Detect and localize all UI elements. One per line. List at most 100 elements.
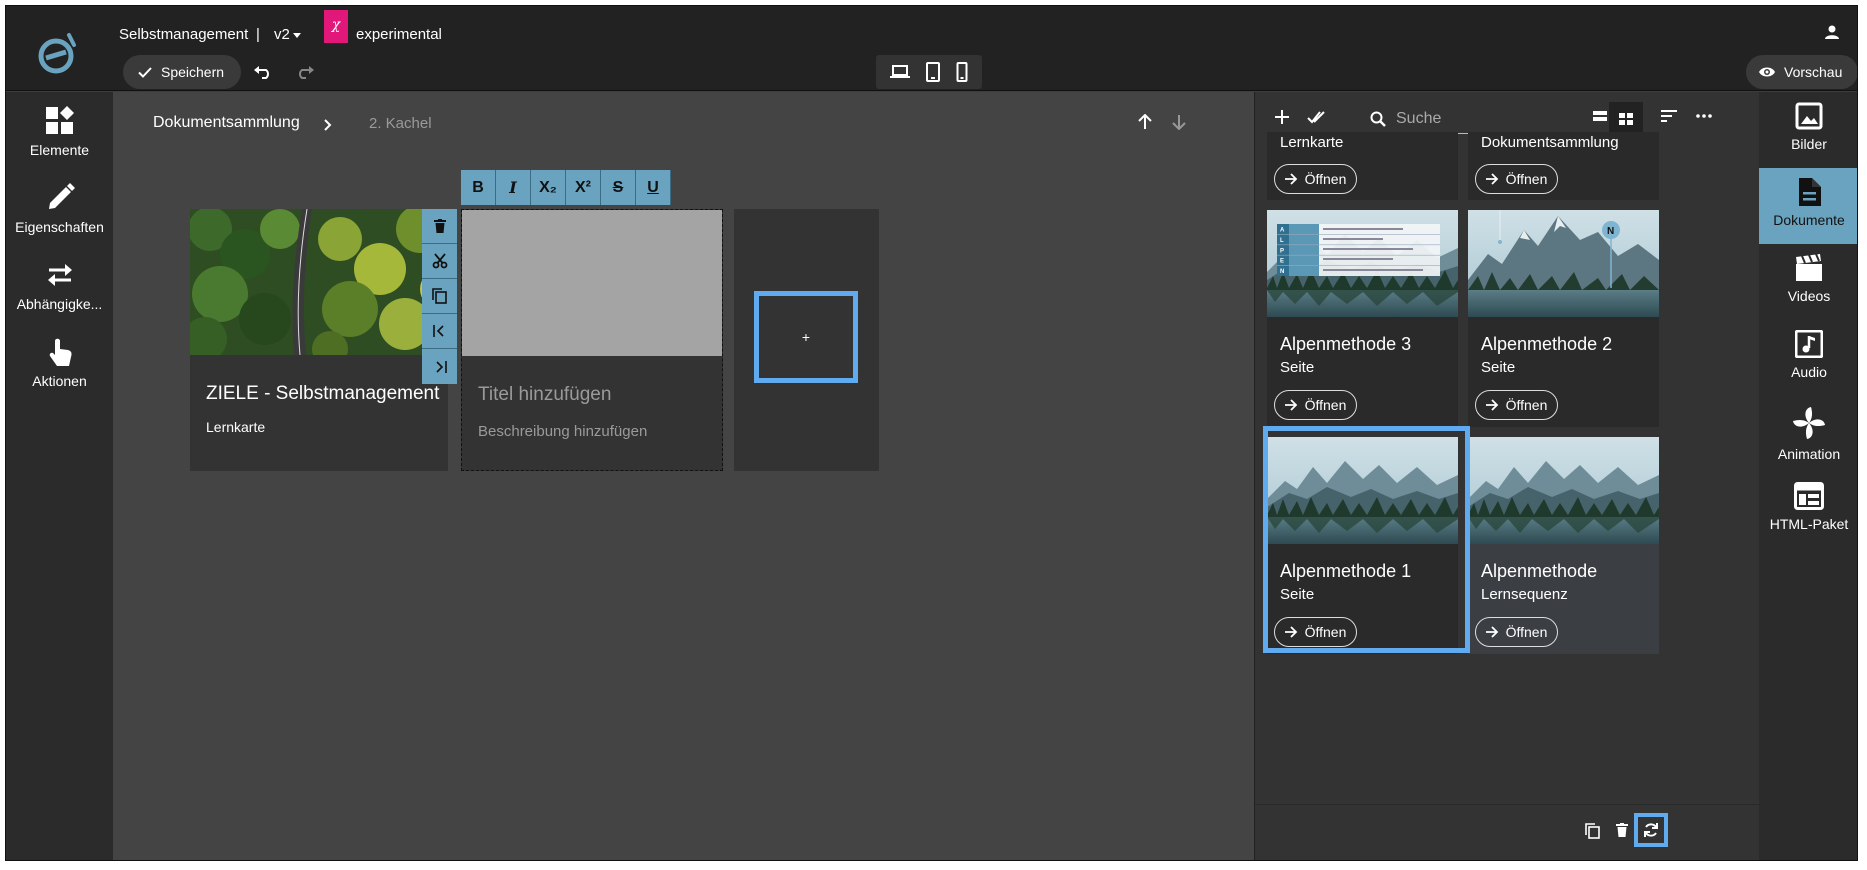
- replace-button[interactable]: [1634, 813, 1668, 847]
- copy-button[interactable]: [422, 279, 457, 314]
- tile-subtitle: Lernkarte: [206, 419, 266, 435]
- card-subtitle: Seite: [1280, 359, 1315, 376]
- undo-icon[interactable]: [253, 64, 273, 80]
- laptop-icon[interactable]: [889, 64, 910, 80]
- open-button[interactable]: Öffnen: [1475, 617, 1558, 647]
- table-letter: A: [1280, 228, 1285, 234]
- underline-button[interactable]: U: [636, 170, 671, 205]
- alpine-mountain-map-image: N: [1468, 210, 1659, 317]
- pencil-icon: [48, 183, 75, 209]
- trash-icon[interactable]: [1616, 823, 1628, 837]
- phone-icon[interactable]: [956, 62, 968, 82]
- media-type-rail: Bilder Dokumente Videos Audio Animation …: [1759, 92, 1857, 860]
- app-window: Selbstmanagement | v2 χ experimental Spe…: [5, 5, 1858, 861]
- preview-button[interactable]: Vorschau: [1746, 55, 1857, 89]
- description-input[interactable]: Beschreibung hinzufügen: [478, 423, 647, 440]
- rail-item-audio[interactable]: Audio: [1759, 320, 1857, 396]
- elements-icon: [45, 106, 74, 134]
- title-input[interactable]: Titel hinzufügen: [478, 384, 611, 406]
- rail-item-dokumente[interactable]: Dokumente: [1759, 168, 1857, 244]
- card-subtitle: Dokumentsammlung: [1481, 134, 1619, 151]
- media-card[interactable]: N Alpenmethode 2 Seite Öffnen: [1468, 210, 1659, 427]
- search-box: [1364, 104, 1585, 134]
- more-icon[interactable]: [1696, 114, 1712, 118]
- sidebar-item-elemente[interactable]: Elemente: [6, 92, 113, 158]
- arrow-right-icon: [1485, 173, 1498, 185]
- sidebar-item-label: Eigenschaften: [15, 219, 104, 235]
- media-card[interactable]: Dokumentsammlung Öffnen: [1468, 132, 1659, 200]
- selection-highlight: [1263, 426, 1470, 653]
- card-subtitle: Lernsequenz: [1481, 586, 1568, 603]
- sidebar-item-abhaengigkeiten[interactable]: Abhängigke...: [6, 246, 113, 312]
- open-button[interactable]: Öffnen: [1274, 164, 1357, 194]
- arrow-up-icon[interactable]: [1138, 114, 1152, 130]
- top-bar: Selbstmanagement | v2 χ experimental Spe…: [6, 6, 1857, 91]
- copy-icon[interactable]: [1585, 823, 1600, 839]
- delete-button[interactable]: [422, 209, 457, 244]
- list-view-icon[interactable]: [1593, 110, 1607, 122]
- touch-hand-icon: [49, 338, 72, 366]
- tablet-icon[interactable]: [925, 62, 941, 82]
- open-button[interactable]: Öffnen: [1475, 390, 1558, 420]
- open-label: Öffnen: [1304, 171, 1347, 187]
- rail-item-label: HTML-Paket: [1769, 516, 1849, 532]
- subscript-button[interactable]: X₂: [531, 170, 566, 205]
- rail-item-bilder[interactable]: Bilder: [1759, 92, 1857, 168]
- superscript-button[interactable]: X²: [566, 170, 601, 205]
- rail-item-html-paket[interactable]: HTML-Paket: [1759, 472, 1857, 548]
- card-title: Alpenmethode: [1481, 561, 1598, 581]
- user-icon[interactable]: [1824, 24, 1840, 40]
- rail-item-videos[interactable]: Videos: [1759, 244, 1857, 320]
- sync-icon: [1644, 823, 1658, 837]
- arrow-down-icon[interactable]: [1172, 114, 1186, 130]
- save-button[interactable]: Speichern: [123, 55, 241, 89]
- sort-icon[interactable]: [1661, 110, 1677, 122]
- rail-item-label: Videos: [1787, 288, 1831, 304]
- italic-button[interactable]: I: [496, 170, 531, 205]
- grid-view-button[interactable]: [1609, 102, 1643, 136]
- image-icon: [1795, 102, 1823, 130]
- media-card[interactable]: A L P E N Alpenmethode 3 Seite Öffnen: [1267, 210, 1458, 427]
- svg-text:N: N: [1607, 226, 1614, 237]
- arrow-right-icon: [1284, 399, 1297, 411]
- rail-item-animation[interactable]: Animation: [1759, 396, 1857, 472]
- strikethrough-button[interactable]: S: [601, 170, 636, 205]
- image-placeholder[interactable]: [462, 210, 722, 356]
- arrow-right-icon: [1485, 399, 1498, 411]
- breadcrumb-item-dokumentsammlung[interactable]: Dokumentsammlung: [153, 114, 300, 132]
- rail-item-label: Bilder: [1791, 136, 1827, 152]
- tile-ziele[interactable]: ZIELE - Selbstmanagement Lernkarte: [190, 209, 448, 471]
- left-sidebar: Elemente Eigenschaften Abhängigke... Akt…: [6, 92, 113, 860]
- card-subtitle: Lernkarte: [1280, 134, 1344, 151]
- add-tile-button[interactable]: +: [754, 291, 858, 383]
- rail-item-label: Animation: [1777, 446, 1841, 462]
- redo-icon[interactable]: [295, 64, 315, 80]
- scissors-icon: [432, 253, 447, 269]
- rail-item-label: Audio: [1791, 364, 1827, 380]
- clapperboard-icon: [1796, 254, 1822, 281]
- double-check-icon[interactable]: [1307, 110, 1325, 124]
- media-card-selected[interactable]: Alpenmethode Lernsequenz Öffnen: [1468, 437, 1659, 654]
- cut-button[interactable]: [422, 244, 457, 279]
- bold-button[interactable]: B: [461, 170, 496, 205]
- move-left-button[interactable]: [422, 314, 457, 349]
- open-button[interactable]: Öffnen: [1274, 390, 1357, 420]
- open-label: Öffnen: [1505, 397, 1548, 413]
- sidebar-item-aktionen[interactable]: Aktionen: [6, 323, 113, 389]
- move-right-button[interactable]: [422, 349, 457, 384]
- grid-view-icon: [1619, 113, 1633, 125]
- card-title: Alpenmethode 2: [1481, 334, 1613, 354]
- open-button[interactable]: Öffnen: [1475, 164, 1558, 194]
- tile-new[interactable]: Titel hinzufügen Beschreibung hinzufügen: [461, 209, 723, 471]
- tile-tools: [422, 209, 457, 384]
- experimental-label: experimental: [356, 26, 442, 43]
- version-dropdown[interactable]: v2: [274, 26, 301, 43]
- add-tile: +: [734, 209, 879, 471]
- plus-icon[interactable]: [1275, 110, 1289, 124]
- rail-item-label: Dokumente: [1773, 212, 1845, 228]
- media-card[interactable]: Lernkarte Öffnen: [1267, 132, 1458, 200]
- search-input[interactable]: [1396, 109, 1566, 128]
- chevron-right-icon: [324, 119, 332, 131]
- sidebar-item-eigenschaften[interactable]: Eigenschaften: [6, 169, 113, 235]
- app-logo-icon: [38, 33, 76, 74]
